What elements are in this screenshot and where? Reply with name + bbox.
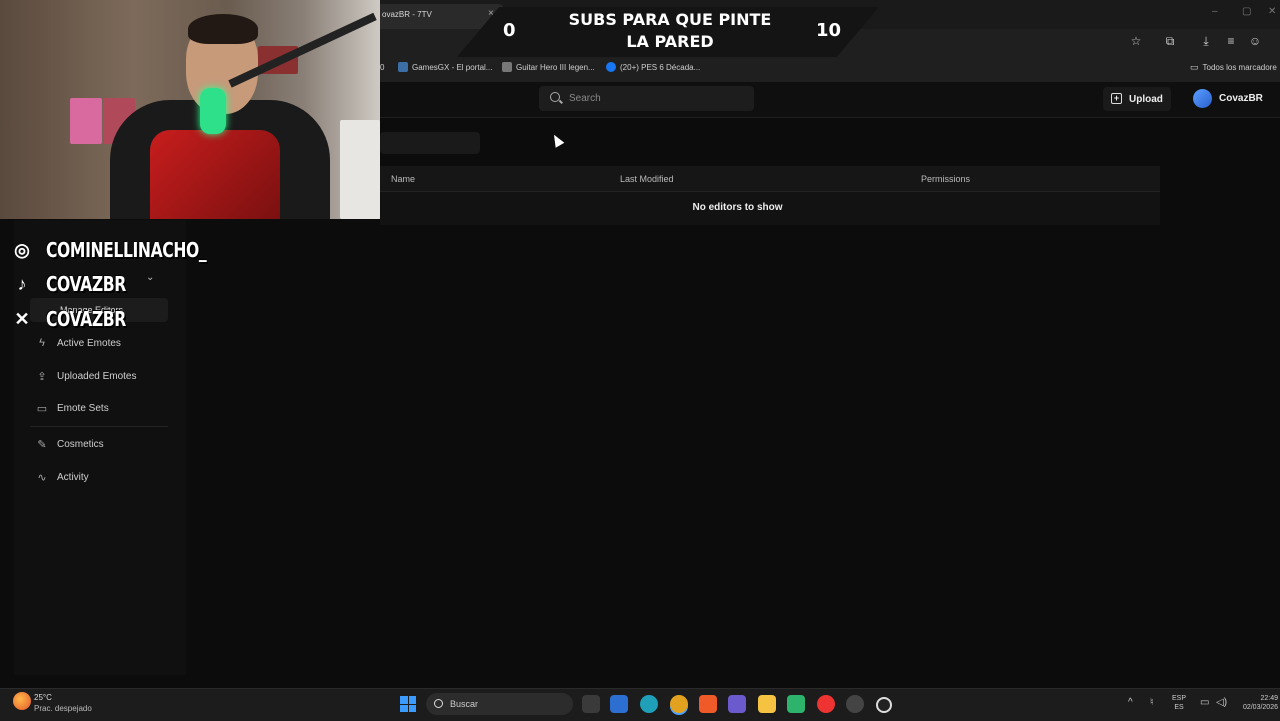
empty-state: No editors to show <box>692 202 783 213</box>
guitar-hero-icon <box>502 62 512 72</box>
weather-icon[interactable] <box>13 692 31 710</box>
column-name[interactable]: Name <box>391 174 415 184</box>
media-player-icon[interactable] <box>817 695 835 713</box>
folder-icon: ▭ <box>1190 61 1199 72</box>
microphone <box>200 88 226 134</box>
bookmark-gamesgx[interactable]: GamesGX - El portal... <box>398 60 492 74</box>
subs-count-right: 10 <box>816 20 842 41</box>
store-icon[interactable] <box>610 695 628 713</box>
search-input[interactable]: Search <box>539 86 754 111</box>
upload-button[interactable]: + Upload <box>1103 87 1171 111</box>
extensions-icon[interactable]: ⧉ <box>1163 34 1177 48</box>
volume-icon[interactable]: ◁) <box>1216 698 1227 708</box>
obs-icon[interactable] <box>876 697 892 713</box>
taskbar-search[interactable]: Buscar <box>426 693 573 715</box>
social-instagram: ◎ COMINELLINACHO_ <box>8 235 252 265</box>
search-icon <box>434 699 443 708</box>
download-icon[interactable]: ⤓ <box>1199 34 1213 48</box>
app-icon[interactable] <box>787 695 805 713</box>
subs-banner-title: SUBS PARA QUE PINTE LA PARED <box>568 10 772 51</box>
mouse-cursor <box>549 132 565 148</box>
streamer-hair <box>188 14 258 44</box>
white-chair <box>340 120 380 219</box>
minimize-button[interactable]: – <box>1212 6 1218 17</box>
activity-icon: ∿ <box>37 471 47 484</box>
network-icon[interactable]: ▭ <box>1200 698 1209 708</box>
microphone-icon[interactable]: ♮ <box>1150 698 1154 708</box>
close-window-button[interactable]: ✕ <box>1268 6 1276 17</box>
edge-icon[interactable] <box>640 695 658 713</box>
teams-icon[interactable] <box>728 695 746 713</box>
username[interactable]: CovazBR <box>1219 93 1263 104</box>
tab-title: ovazBR - 7TV <box>382 10 432 19</box>
sidebar-item-active-emotes[interactable]: ϟ Active Emotes <box>36 334 121 352</box>
sidebar-divider <box>30 426 168 427</box>
all-bookmarks[interactable]: ▭ Todos los marcadore <box>1190 60 1277 74</box>
bookmark-guitar-hero[interactable]: Guitar Hero III legen... <box>502 60 595 74</box>
clock[interactable]: 22:49 02/03/2026 <box>1236 694 1278 712</box>
maximize-button[interactable]: ▢ <box>1242 6 1251 17</box>
sidebar-item-emote-sets[interactable]: ▭ Emote Sets <box>36 399 109 417</box>
brave-icon[interactable] <box>699 695 717 713</box>
webcam-overlay <box>0 0 380 219</box>
bolt-icon: ϟ <box>39 337 45 349</box>
editor-filter-input[interactable] <box>380 132 480 154</box>
wall-poster <box>70 98 102 144</box>
tiktok-icon: ♪ <box>17 273 27 294</box>
settings-icon[interactable] <box>846 695 864 713</box>
sidebar-item-uploaded-emotes[interactable]: ⇪ Uploaded Emotes <box>36 367 136 385</box>
weather-temp[interactable]: 25°C <box>34 693 52 702</box>
upload-icon: ⇪ <box>37 370 47 383</box>
search-icon <box>550 92 560 102</box>
sidebar-item-activity[interactable]: ∿ Activity <box>36 468 88 486</box>
search-placeholder: Search <box>569 93 601 104</box>
upload-label: Upload <box>1129 94 1163 105</box>
column-last-modified[interactable]: Last Modified <box>620 174 674 184</box>
subs-count-left: 0 <box>503 20 516 41</box>
chevron-up-icon[interactable]: ^ <box>1128 698 1133 708</box>
start-button[interactable] <box>400 696 416 712</box>
x-icon: ✕ <box>14 308 30 329</box>
social-tiktok: ♪ COVAZBR <box>8 269 148 299</box>
profile-emoji-icon[interactable]: ☺ <box>1248 34 1262 48</box>
avatar[interactable] <box>1193 89 1212 108</box>
table-header: Name Last Modified Permissions <box>380 166 1160 192</box>
bookmark-pes6[interactable]: (20+) PES 6 Década... <box>606 60 700 74</box>
brush-icon: ✎ <box>37 438 47 451</box>
file-explorer-icon[interactable] <box>758 695 776 713</box>
chrome-icon[interactable] <box>670 695 688 713</box>
task-view-icon[interactable] <box>582 695 600 713</box>
weather-desc[interactable]: Prac. despejado <box>34 704 92 713</box>
language-indicator[interactable]: ESP ES <box>1172 694 1186 712</box>
plus-square-icon: + <box>1111 93 1122 104</box>
media-icon[interactable]: ≡ <box>1224 34 1238 48</box>
social-x: ✕ COVAZBR <box>8 304 148 334</box>
facebook-icon <box>606 62 616 72</box>
streamer-shirt-red <box>150 130 280 219</box>
gamesgx-icon <box>398 62 408 72</box>
star-icon[interactable]: ☆ <box>1129 34 1143 48</box>
folder-icon: ▭ <box>36 402 48 415</box>
sidebar-item-cosmetics[interactable]: ✎ Cosmetics <box>36 435 103 453</box>
bookmark-cut[interactable]: 0 <box>380 60 384 74</box>
column-permissions[interactable]: Permissions <box>921 174 970 184</box>
instagram-icon: ◎ <box>14 239 30 260</box>
